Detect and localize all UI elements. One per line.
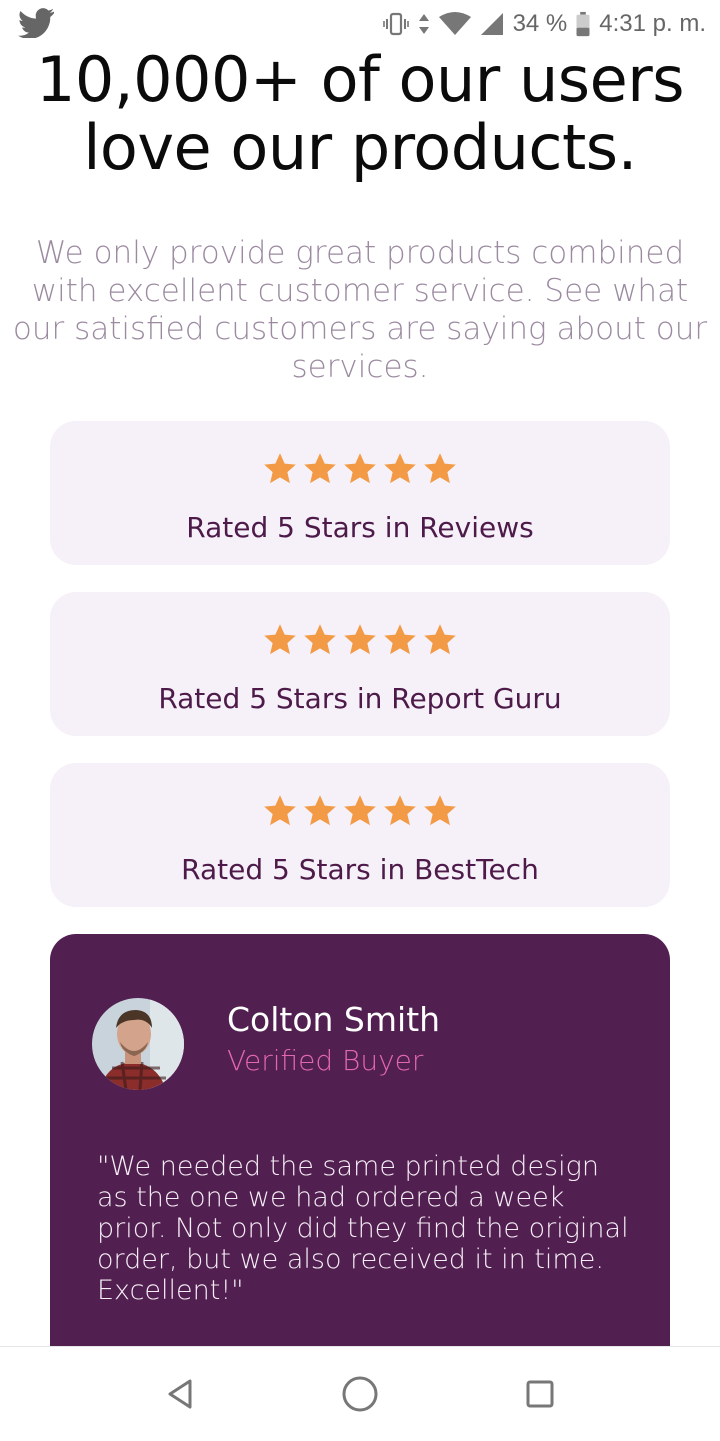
signal-icon — [480, 13, 503, 35]
star-icon — [304, 453, 336, 484]
rating-label: Rated 5 Stars in BestTech — [181, 853, 539, 886]
rating-label: Rated 5 Stars in Reviews — [186, 511, 534, 544]
verified-buyer-label: Verified Buyer — [227, 1044, 424, 1077]
data-arrows-icon — [418, 14, 429, 34]
star-icon — [264, 795, 296, 826]
clock: 4:31 p. m. — [599, 10, 706, 37]
rating-card-reviews: Rated 5 Stars in Reviews — [50, 421, 670, 565]
star-icon — [304, 624, 336, 655]
star-icon — [384, 624, 416, 655]
back-button[interactable] — [160, 1373, 202, 1415]
star-icon — [264, 624, 296, 655]
reviewer-name: Colton Smith — [227, 1000, 441, 1039]
star-icon — [424, 624, 456, 655]
navigation-bar — [0, 1346, 720, 1441]
page-title: 10,000+ of our users love our products. — [0, 46, 720, 182]
star-rating — [50, 451, 670, 487]
star-icon — [344, 624, 376, 655]
title-line-1: 10,000+ of our users — [35, 43, 685, 116]
subtitle: We only provide great products combined … — [12, 235, 708, 385]
star-icon — [424, 795, 456, 826]
wifi-icon — [438, 12, 471, 35]
rating-card-besttech: Rated 5 Stars in BestTech — [50, 763, 670, 907]
status-icons: 34 % 4:31 p. m. — [382, 6, 706, 42]
recent-apps-button[interactable] — [519, 1373, 561, 1415]
twitter-icon — [18, 8, 54, 38]
star-icon — [384, 795, 416, 826]
title-line-2: love our products. — [83, 111, 637, 184]
star-icon — [264, 453, 296, 484]
avatar — [92, 998, 184, 1090]
star-icon — [384, 453, 416, 484]
testimonial-quote: "We needed the same printed design as th… — [97, 1151, 629, 1306]
star-icon — [344, 453, 376, 484]
star-rating — [50, 622, 670, 658]
star-icon — [424, 453, 456, 484]
battery-percentage: 34 % — [512, 10, 568, 37]
battery-icon — [576, 11, 590, 37]
star-icon — [304, 795, 336, 826]
rating-card-report-guru: Rated 5 Stars in Report Guru — [50, 592, 670, 736]
rating-label: Rated 5 Stars in Report Guru — [158, 682, 562, 715]
avatar-photo — [92, 998, 184, 1090]
home-button[interactable] — [339, 1373, 381, 1415]
vibrate-icon — [382, 12, 409, 36]
star-icon — [344, 795, 376, 826]
testimonial-card: Colton Smith Verified Buyer "We needed t… — [50, 934, 670, 1346]
star-rating — [50, 793, 670, 829]
